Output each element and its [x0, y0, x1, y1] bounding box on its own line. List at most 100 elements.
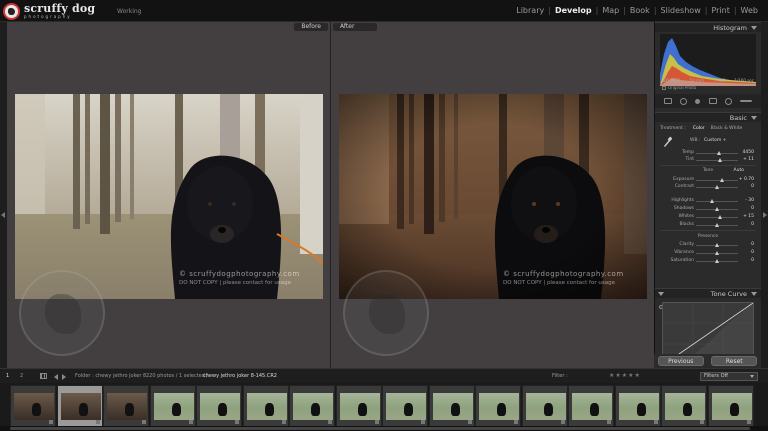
basic-panel-header[interactable]: Basic [655, 112, 761, 122]
eyedropper-icon[interactable] [662, 136, 672, 148]
module-slideshow[interactable]: Slideshow [657, 6, 705, 15]
filmstrip-thumbnail[interactable] [475, 385, 521, 427]
collapse-arrow-icon[interactable] [751, 116, 757, 120]
slider-value[interactable]: 0 [751, 184, 754, 189]
filmstrip-thumbnail[interactable] [103, 385, 149, 427]
slider-vibrance[interactable]: Vibrance 0 [660, 250, 756, 257]
checkbox-icon[interactable] [662, 86, 666, 90]
filmstrip-thumbnail[interactable] [568, 385, 614, 427]
red-eye-icon[interactable] [695, 98, 701, 104]
collapse-arrow-icon[interactable] [658, 292, 664, 296]
filmstrip-thumbnail[interactable] [242, 385, 289, 427]
filmstrip-thumbnail[interactable] [707, 385, 754, 427]
treatment-color-option[interactable]: Color [690, 126, 708, 131]
slider-track[interactable] [696, 160, 738, 161]
forward-arrow-icon[interactable] [62, 374, 66, 380]
slider-clarity[interactable]: Clarity 0 [660, 242, 756, 249]
main-window-button[interactable]: 1 [6, 373, 9, 379]
slider-value[interactable]: 0 [751, 222, 754, 227]
slider-thumb[interactable] [720, 178, 725, 182]
slider-saturation[interactable]: Saturation 0 [660, 258, 756, 265]
scrollbar-thumb[interactable] [10, 427, 750, 430]
slider-track[interactable] [696, 217, 738, 218]
grid-view-icon[interactable] [40, 373, 47, 379]
original-photo-toggle[interactable]: Original Photo [662, 85, 696, 90]
after-photo[interactable]: © scruffydogphotography.com DO NOT COPY … [339, 94, 647, 299]
slider-thumb[interactable] [715, 259, 719, 263]
slider-thumb[interactable] [715, 207, 719, 211]
slider-exposure[interactable]: Exposure + 0.70 [660, 177, 756, 184]
slider-track[interactable] [696, 201, 738, 202]
collapse-arrow-icon[interactable] [751, 292, 757, 296]
slider-track[interactable] [696, 180, 738, 181]
filmstrip-thumbnail[interactable] [428, 385, 475, 427]
module-map[interactable]: Map [598, 6, 623, 15]
slider-value[interactable]: 0 [751, 206, 754, 211]
rating-filter-stars[interactable]: ★★★★★ [609, 372, 641, 379]
filmstrip-thumbnail[interactable] [289, 385, 335, 427]
slider-thumb[interactable] [715, 251, 719, 255]
filmstrip-thumbnail[interactable] [335, 385, 382, 427]
filmstrip-thumbnail[interactable] [149, 385, 196, 427]
slider-thumb[interactable] [718, 215, 723, 219]
slider-thumb[interactable] [717, 151, 722, 155]
slider-contrast[interactable]: Contrast 0 [660, 184, 756, 191]
module-develop[interactable]: Develop [551, 6, 596, 15]
filmstrip-scrollbar[interactable] [0, 426, 768, 431]
slider-thumb[interactable] [718, 158, 723, 162]
spot-removal-icon[interactable] [680, 97, 688, 105]
module-web[interactable]: Web [737, 6, 762, 15]
graduated-filter-icon[interactable] [708, 98, 717, 104]
tone-curve-panel-header[interactable]: Tone Curve [655, 288, 761, 298]
module-print[interactable]: Print [707, 6, 733, 15]
adjustment-brush-icon[interactable] [739, 100, 752, 102]
slider-value[interactable]: - 30 [745, 198, 754, 203]
back-arrow-icon[interactable] [54, 374, 58, 380]
filmstrip-thumbnail[interactable] [521, 385, 568, 427]
slider-value[interactable]: 4450 [743, 150, 754, 155]
filmstrip-thumbnail[interactable] [196, 385, 242, 427]
slider-whites[interactable]: Whites + 15 [660, 214, 756, 221]
presence-label: Presence [697, 234, 719, 239]
collapse-right-panel-icon[interactable] [763, 212, 767, 218]
slider-highlights[interactable]: Highlights - 30 [660, 198, 756, 205]
filmstrip-thumbnail[interactable] [10, 385, 56, 427]
wb-dropdown[interactable]: Custom ÷ [704, 138, 726, 143]
second-window-button[interactable]: 2 [20, 373, 23, 379]
before-photo[interactable]: © scruffydogphotography.com DO NOT COPY … [15, 94, 323, 299]
crop-tool-icon[interactable] [664, 98, 673, 104]
treatment-bw-option[interactable]: Black & White [708, 126, 746, 131]
filmstrip-thumbnail[interactable] [661, 385, 707, 427]
module-book[interactable]: Book [626, 6, 654, 15]
slider-value[interactable]: 0 [751, 250, 754, 255]
right-panel-edge[interactable] [761, 22, 768, 368]
filters-dropdown[interactable]: Filters Off [700, 372, 758, 381]
previous-button[interactable]: Previous [657, 356, 704, 366]
folder-path[interactable]: Folder : chewy jethro joker 8 [75, 373, 146, 379]
histogram-panel-header[interactable]: Histogram [655, 22, 761, 32]
module-library[interactable]: Library [512, 6, 548, 15]
slider-tint[interactable]: Tint + 11 [660, 157, 756, 164]
left-panel-collapsed[interactable] [0, 22, 7, 368]
collapse-arrow-icon[interactable] [751, 26, 757, 30]
slider-blacks[interactable]: Blacks 0 [660, 222, 756, 229]
expand-left-panel-icon[interactable] [1, 212, 5, 218]
slider-temp[interactable]: Temp 4450 [660, 150, 756, 157]
slider-value[interactable]: + 0.70 [739, 177, 754, 182]
slider-value[interactable]: + 11 [743, 157, 754, 162]
slider-thumb[interactable] [709, 199, 714, 203]
slider-shadows[interactable]: Shadows 0 [660, 206, 756, 213]
slider-value[interactable]: 0 [751, 242, 754, 247]
selected-filename[interactable]: chewy jethro joker 8-145.CR2 [203, 373, 277, 379]
reset-button[interactable]: Reset [711, 356, 758, 366]
slider-value[interactable]: 0 [751, 258, 754, 263]
slider-thumb[interactable] [715, 243, 719, 247]
slider-value[interactable]: + 15 [743, 214, 754, 219]
slider-thumb[interactable] [715, 223, 719, 227]
auto-tone-button[interactable]: Auto [734, 168, 744, 173]
filmstrip-thumbnail[interactable] [614, 385, 661, 427]
filmstrip-thumbnail[interactable] [382, 385, 428, 427]
filmstrip-thumbnail[interactable] [56, 385, 103, 427]
slider-thumb[interactable] [715, 185, 719, 189]
radial-filter-icon[interactable] [724, 97, 732, 105]
